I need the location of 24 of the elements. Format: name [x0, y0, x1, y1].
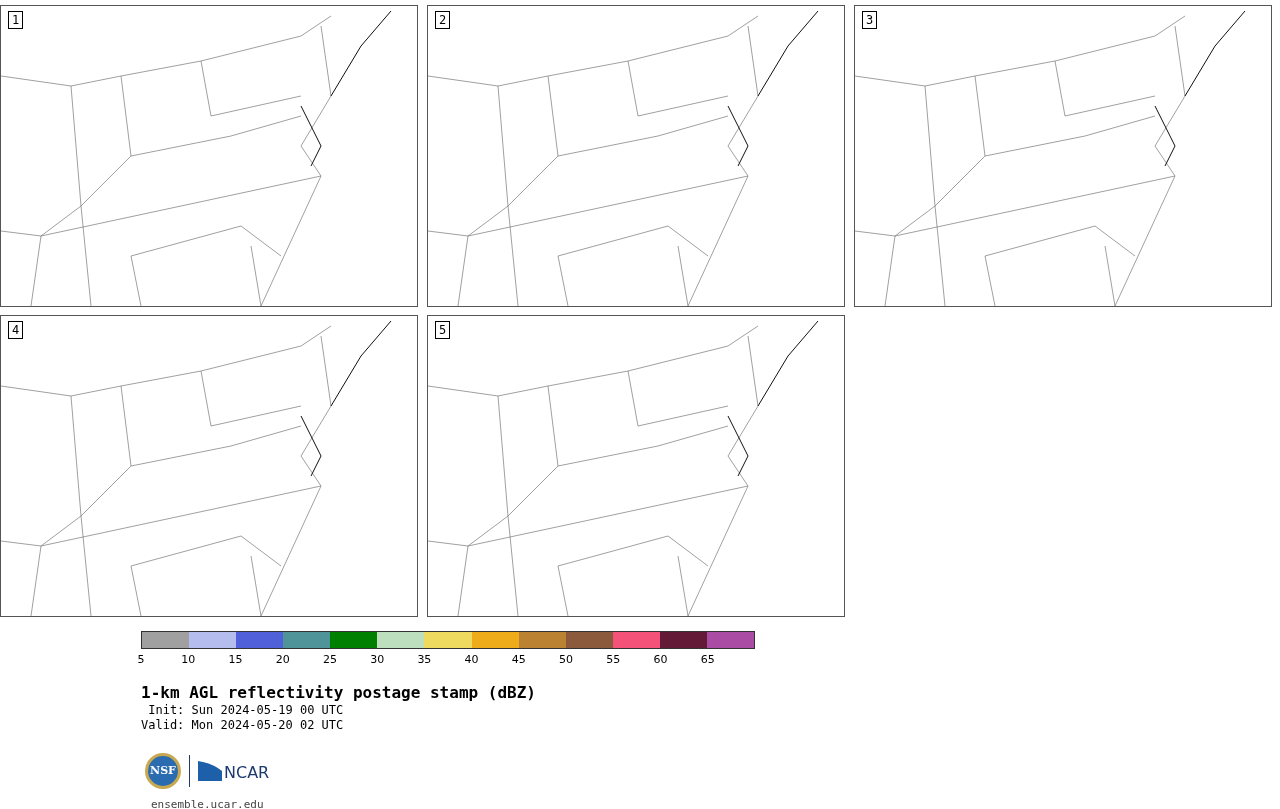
init-time: Init: Sun 2024-05-19 00 UTC [147, 703, 345, 718]
tick-label: 35 [417, 654, 432, 666]
tick-label: 10 [181, 654, 196, 666]
nsf-logo: NSF [145, 753, 181, 789]
tick-label: 60 [653, 654, 668, 666]
tick-label: 50 [559, 654, 574, 666]
tick-label: 5 [137, 654, 145, 666]
ncar-logo: NCAR [198, 761, 270, 781]
tick-label: 40 [464, 654, 479, 666]
tick-label: 45 [511, 654, 526, 666]
tick-label: 15 [228, 654, 243, 666]
chart-title: 1-km AGL reflectivity postage stamp (dBZ) [141, 683, 537, 703]
tick-label: 25 [322, 654, 337, 666]
valid-time: Valid: Mon 2024-05-20 02 UTC [141, 718, 345, 733]
tick-label: 20 [275, 654, 290, 666]
panel-number: 2 [435, 11, 451, 29]
tick-label: 30 [370, 654, 385, 666]
tick-label: 55 [606, 654, 621, 666]
panel-number: 1 [8, 11, 24, 29]
tick-label: 65 [700, 654, 715, 666]
panel-number: 3 [862, 11, 878, 29]
panel-number: 5 [435, 321, 451, 339]
panel-number: 4 [8, 321, 24, 339]
footer-url: ensemble.ucar.edu [151, 797, 265, 809]
